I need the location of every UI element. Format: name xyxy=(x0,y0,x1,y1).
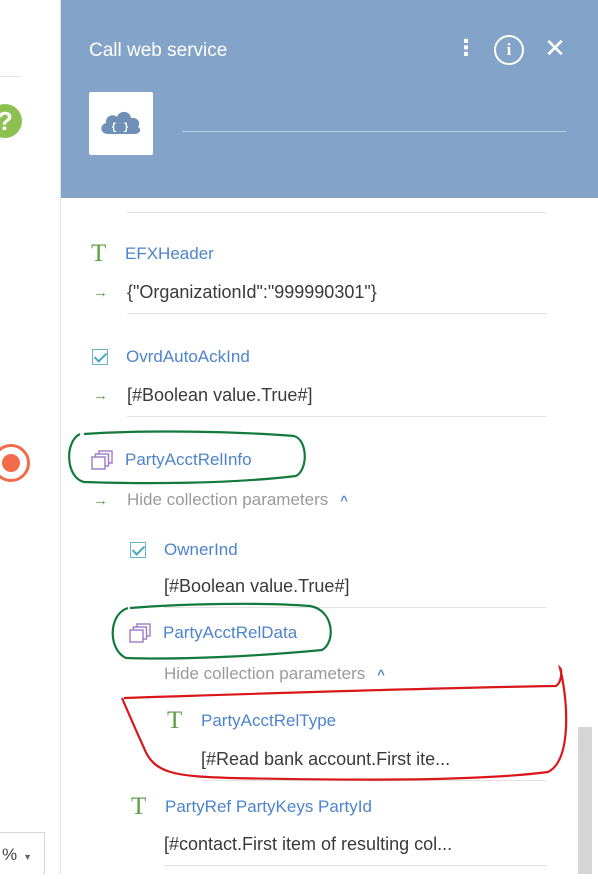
process-designer-canvas: ? %▼ xyxy=(0,0,60,874)
text-type-icon: T xyxy=(167,707,183,734)
param-value-row: → {"OrganizationId":"999990301"} xyxy=(93,282,377,303)
param-name[interactable]: EFXHeader xyxy=(125,244,214,264)
info-icon[interactable]: i xyxy=(494,35,524,65)
text-type-icon: T xyxy=(91,240,107,267)
zoom-select[interactable]: % ▼ xyxy=(0,832,45,874)
param-ovrdautoackind: OvrdAutoAckInd xyxy=(92,347,250,367)
param-value-row: → [#Boolean value.True#] xyxy=(93,385,312,406)
collection-toggle[interactable]: → Hide collection parameters ^ xyxy=(93,490,348,510)
arrow-right-icon: → xyxy=(93,284,108,301)
param-name[interactable]: OwnerInd xyxy=(164,540,238,560)
chevron-down-icon: ▼ xyxy=(23,852,33,862)
chevron-up-icon[interactable]: ^ xyxy=(340,493,348,508)
param-name[interactable]: PartyAcctRelInfo xyxy=(125,450,252,470)
param-value[interactable]: [#Read bank account.First ite... xyxy=(201,749,450,770)
scrollbar[interactable] xyxy=(578,727,592,874)
element-properties-panel: Call web service ⋮ i ✕ { } T EFXHeader →… xyxy=(60,0,598,874)
cloud-code-icon: { } xyxy=(89,92,153,155)
param-value[interactable]: [#contact.First item of resulting col... xyxy=(164,834,452,855)
hide-collection-link[interactable]: Hide collection parameters xyxy=(127,490,328,510)
param-value[interactable]: [#Boolean value.True#] xyxy=(164,576,349,597)
param-name[interactable]: PartyRef PartyKeys PartyId xyxy=(165,797,372,817)
more-options-icon[interactable]: ⋮ xyxy=(455,36,477,62)
arrow-right-icon: → xyxy=(93,387,108,404)
collection-type-icon xyxy=(91,450,113,470)
arrow-right-icon: → xyxy=(93,491,108,509)
chevron-up-icon[interactable]: ^ xyxy=(377,667,385,682)
end-event-icon[interactable] xyxy=(0,444,30,482)
element-name-input[interactable] xyxy=(182,131,566,132)
text-type-icon: T xyxy=(131,793,147,820)
param-name[interactable]: OvrdAutoAckInd xyxy=(126,347,250,367)
param-name[interactable]: PartyAcctRelType xyxy=(201,711,336,731)
zoom-value: % xyxy=(2,845,18,864)
param-partyacctreltype: T PartyAcctRelType xyxy=(167,707,336,734)
parameters-list: T EFXHeader → {"OrganizationId":"9999903… xyxy=(61,198,598,874)
panel-title: Call web service xyxy=(89,40,228,61)
param-partyacctreldata: PartyAcctRelData xyxy=(129,623,297,643)
value-underline xyxy=(164,865,547,866)
value-underline xyxy=(164,607,547,608)
param-value-row: [#Read bank account.First ite... xyxy=(201,749,450,770)
param-name[interactable]: PartyAcctRelData xyxy=(163,623,297,643)
value-underline xyxy=(127,313,547,314)
param-value[interactable]: {"OrganizationId":"999990301"} xyxy=(127,282,377,303)
svg-text:{ }: { } xyxy=(111,122,129,134)
divider xyxy=(0,76,22,77)
value-underline xyxy=(127,416,547,417)
collection-toggle[interactable]: Hide collection parameters ^ xyxy=(164,664,385,684)
param-value-row: [#Boolean value.True#] xyxy=(164,576,349,597)
panel-header: Call web service ⋮ i ✕ { } xyxy=(61,0,598,198)
close-icon[interactable]: ✕ xyxy=(543,35,567,62)
param-ownerind: OwnerInd xyxy=(130,540,238,560)
value-underline xyxy=(201,780,547,781)
param-value-row: [#contact.First item of resulting col... xyxy=(164,834,452,855)
boolean-type-icon xyxy=(130,542,146,558)
collection-type-icon xyxy=(129,623,151,643)
help-icon[interactable]: ? xyxy=(0,104,22,138)
hide-collection-link[interactable]: Hide collection parameters xyxy=(164,664,365,684)
param-value[interactable]: [#Boolean value.True#] xyxy=(127,385,312,406)
divider xyxy=(127,212,547,213)
param-efxheader: T EFXHeader xyxy=(91,240,214,267)
param-partyacctrelinfo: PartyAcctRelInfo xyxy=(91,450,252,470)
param-partyref-partykeys-partyid: T PartyRef PartyKeys PartyId xyxy=(131,793,372,820)
boolean-type-icon xyxy=(92,349,108,365)
